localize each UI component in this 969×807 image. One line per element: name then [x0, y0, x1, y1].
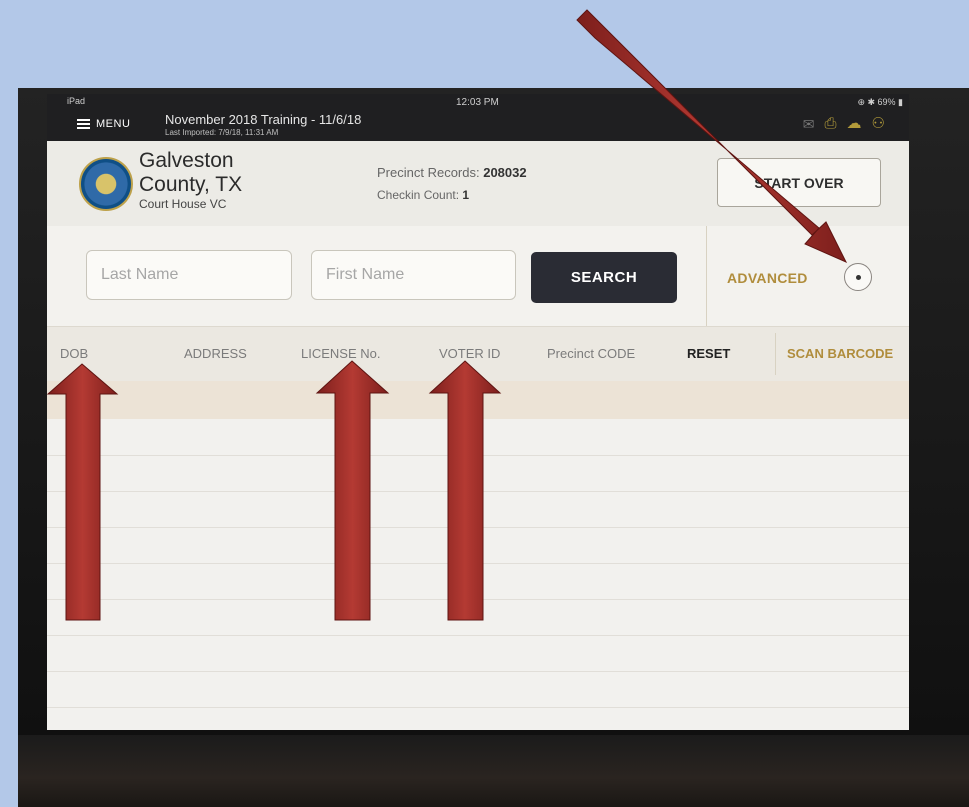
annotation-arrows — [46, 9, 848, 621]
arrow-pointing-voter-id — [428, 360, 502, 621]
arrow-pointing-advanced — [576, 9, 848, 264]
arrow-pointing-license — [315, 360, 390, 621]
arrow-pointing-dob — [46, 363, 119, 621]
